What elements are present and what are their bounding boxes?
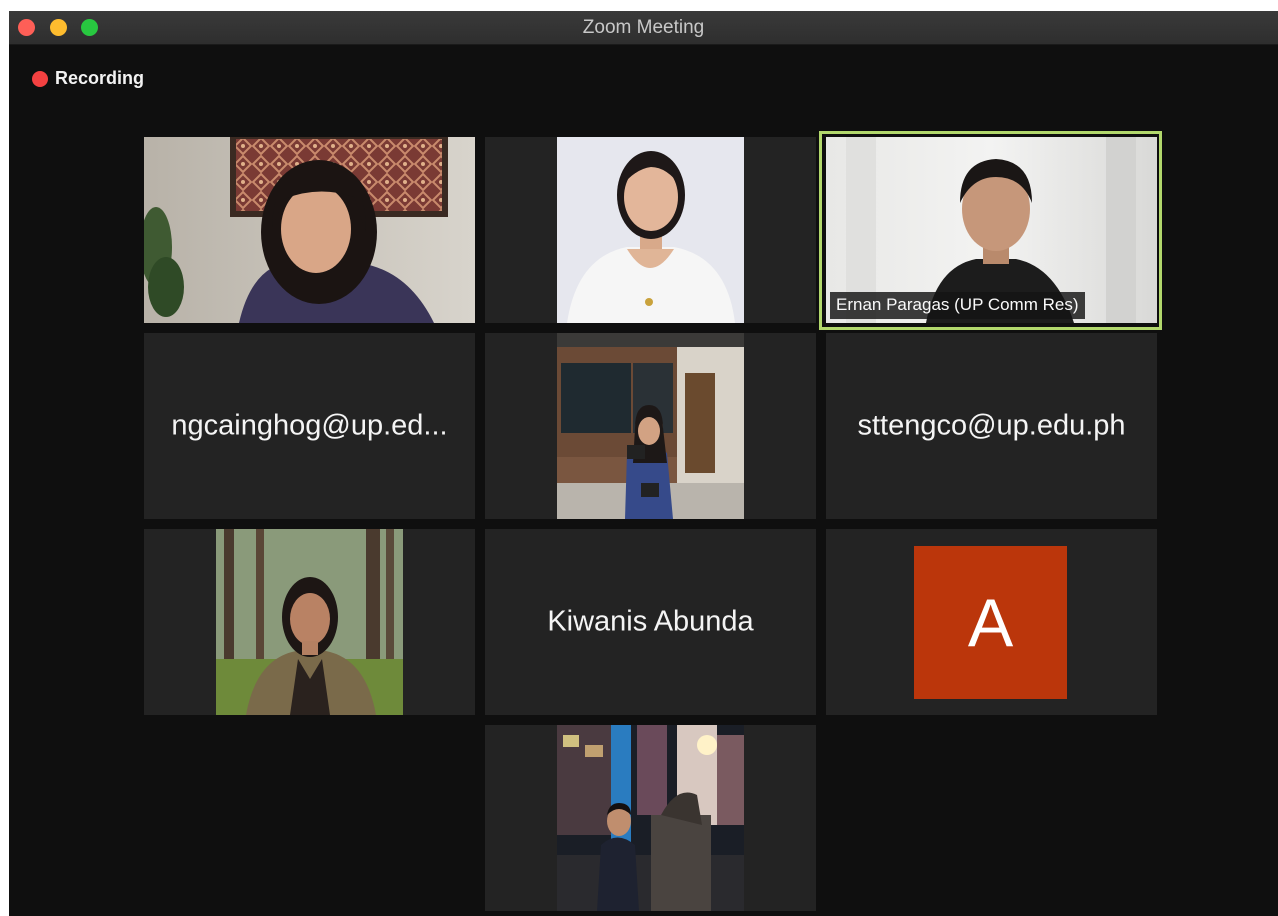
participant-photo-5 [557,333,744,519]
participant-tile-10[interactable] [485,725,816,911]
profile-photo-woman-in-forest [216,529,403,715]
participant-photo-2 [557,137,744,323]
participant-tile-6[interactable]: sttengco@up.edu.ph [826,333,1157,519]
participant-name-8: Kiwanis Abunda [547,605,754,638]
zoom-window: Zoom Meeting Recording Ernan Paragas (UP… [9,11,1278,916]
participant-tile-9[interactable]: A [826,529,1157,715]
participant-video-1 [144,137,475,323]
participant-name-6: sttengco@up.edu.ph [857,409,1126,442]
participant-tile-8[interactable]: Kiwanis Abunda [485,529,816,715]
participant-tile-4[interactable]: ngcainghog@up.ed... [144,333,475,519]
recording-dot-icon [32,70,48,87]
recording-indicator[interactable]: Recording [32,68,144,89]
window-title: Zoom Meeting [582,17,705,38]
profile-photo-man-city-night [557,725,744,911]
profile-photo-woman-white-top [557,137,744,323]
profile-photo-woman-with-camera [557,333,744,519]
participant-tile-5[interactable] [485,333,816,519]
participant-photo-7 [216,529,403,715]
participant-tile-active-speaker[interactable]: Ernan Paragas (UP Comm Res) [826,137,1157,323]
participant-avatar-9: A [914,546,1067,699]
video-frame-woman-speaking [144,137,475,323]
participant-tile-7[interactable] [144,529,475,715]
participant-tile-1[interactable] [144,137,475,323]
recording-label: Recording [55,68,145,88]
participant-photo-10 [557,725,744,911]
title-bar: Zoom Meeting [9,11,1278,45]
participant-name-4: ngcainghog@up.ed... [171,409,448,442]
active-speaker-name-label: Ernan Paragas (UP Comm Res) [830,292,1085,319]
participant-tile-2[interactable] [485,137,816,323]
